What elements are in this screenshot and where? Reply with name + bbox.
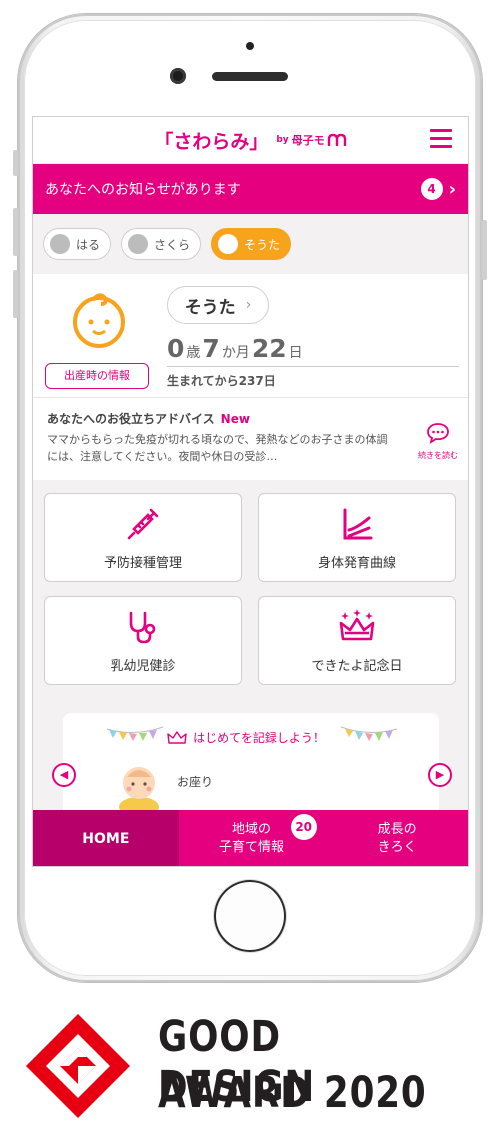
app-header: 「さわらみ」 by 母子モ xyxy=(33,117,468,164)
syringe-icon xyxy=(127,508,159,540)
child-name-button[interactable]: そうた › xyxy=(167,286,269,324)
child-selector: はる さくら そうた xyxy=(33,214,468,274)
home-button[interactable] xyxy=(214,880,286,952)
front-camera xyxy=(170,68,186,84)
front-sensor xyxy=(246,42,254,50)
app-by-label: by xyxy=(276,135,289,145)
brand-logo-icon xyxy=(327,133,346,146)
read-more-button[interactable]: 続きを読む xyxy=(414,422,462,461)
birth-info-button[interactable]: 出産時の情報 xyxy=(45,363,149,389)
firsts-title: はじめてを記録しよう！ xyxy=(193,731,325,745)
speech-bubble-icon xyxy=(427,423,449,444)
notification-text: あなたへのお知らせがあります xyxy=(45,182,241,198)
menu-icon xyxy=(430,129,452,132)
child-tab-souta[interactable]: そうた xyxy=(211,228,292,260)
child-avatar-icon xyxy=(218,234,239,254)
child-tab-sakura[interactable]: さくら xyxy=(121,228,202,260)
sitting-baby-illustration xyxy=(119,767,159,817)
tab-local-info[interactable]: 地域の 子育て情報 20 xyxy=(179,810,325,866)
crown-icon xyxy=(339,609,375,641)
stethoscope-icon xyxy=(129,611,156,644)
tab-growth-record[interactable]: 成長の きろく xyxy=(324,810,468,866)
chevron-right-icon: › xyxy=(245,297,252,313)
tile-label: 乳幼児健診 xyxy=(110,659,176,674)
child-name-label: そうた xyxy=(184,297,236,318)
child-profile-card: 出産時の情報 そうた › 0歳 7 か月 22 日 生まれてから237日 xyxy=(33,274,468,398)
firsts-item-label: お座り xyxy=(177,775,214,789)
tab-label: 成長の きろく xyxy=(377,822,417,855)
good-design-award: GOOD DESIGN AWARD 2020 xyxy=(0,990,500,1137)
tab-label: 地域の 子育て情報 xyxy=(219,822,285,855)
growth-chart-tile[interactable]: 身体発育曲線 xyxy=(258,493,456,582)
child-age: 0歳 7 か月 22 日 xyxy=(167,334,303,363)
days-since-birth: 生まれてから237日 xyxy=(167,374,276,388)
earpiece-speaker xyxy=(212,72,288,81)
app-title: 「さわらみ」 xyxy=(154,130,269,153)
child-tab-haru[interactable]: はる xyxy=(43,228,112,260)
tile-label: 身体発育曲線 xyxy=(317,556,396,571)
tile-label: 予防接種管理 xyxy=(103,556,182,571)
advice-panel: あなたへのお役立ちアドバイス New ママからもらった免疫が切れる頃なので、発熱な… xyxy=(33,398,468,480)
award-title-line2: AWARD 2020 xyxy=(158,1068,427,1118)
tab-label: HOME xyxy=(82,831,130,847)
power-button xyxy=(482,220,487,280)
chevron-right-icon: › xyxy=(448,178,456,200)
local-info-count-badge: 20 xyxy=(290,814,317,840)
carousel-prev-button[interactable]: ◀ xyxy=(52,763,76,787)
notification-banner[interactable]: あなたへのお知らせがあります 4 › xyxy=(33,164,468,214)
g-mark-logo xyxy=(26,1014,130,1118)
bottom-tab-bar: HOME 地域の 子育て情報 20 成長の きろく xyxy=(33,810,468,866)
advice-text: ママからもらった免疫が切れる頃なので、発熱などのお子さまの体調には、注意してくだ… xyxy=(47,433,388,463)
volume-down-button xyxy=(13,270,18,318)
milestone-tile[interactable]: できたよ記念日 xyxy=(258,596,456,685)
tab-home[interactable]: HOME xyxy=(33,810,179,866)
app-screen: 「さわらみ」 by 母子モ あなたへのお知らせがあります 4 › はる さくら … xyxy=(32,116,469,867)
notification-count-badge: 4 xyxy=(420,178,443,200)
volume-up-button xyxy=(13,208,18,256)
child-name: そうた xyxy=(244,237,281,252)
growth-chart-icon xyxy=(343,508,373,540)
child-avatar-icon xyxy=(50,234,70,254)
mute-switch xyxy=(13,150,18,176)
carousel-next-button[interactable]: ▶ xyxy=(428,763,452,787)
child-name: さくら xyxy=(154,237,191,252)
vaccination-tile[interactable]: 予防接種管理 xyxy=(44,493,242,582)
child-avatar-icon xyxy=(128,234,149,254)
advice-title: あなたへのお役立ちアドバイス New xyxy=(47,412,250,426)
divider xyxy=(167,366,459,367)
new-badge: New xyxy=(220,412,250,426)
app-brand: 母子モ xyxy=(291,134,325,147)
menu-button[interactable] xyxy=(430,129,452,149)
tile-label: できたよ記念日 xyxy=(311,659,403,674)
child-name: はる xyxy=(76,237,101,252)
health-checkup-tile[interactable]: 乳幼児健診 xyxy=(44,596,242,685)
baby-face-icon xyxy=(73,293,125,348)
feature-grid: 予防接種管理 身体発育曲線 乳幼児健診 できたよ記念日 xyxy=(33,480,468,700)
